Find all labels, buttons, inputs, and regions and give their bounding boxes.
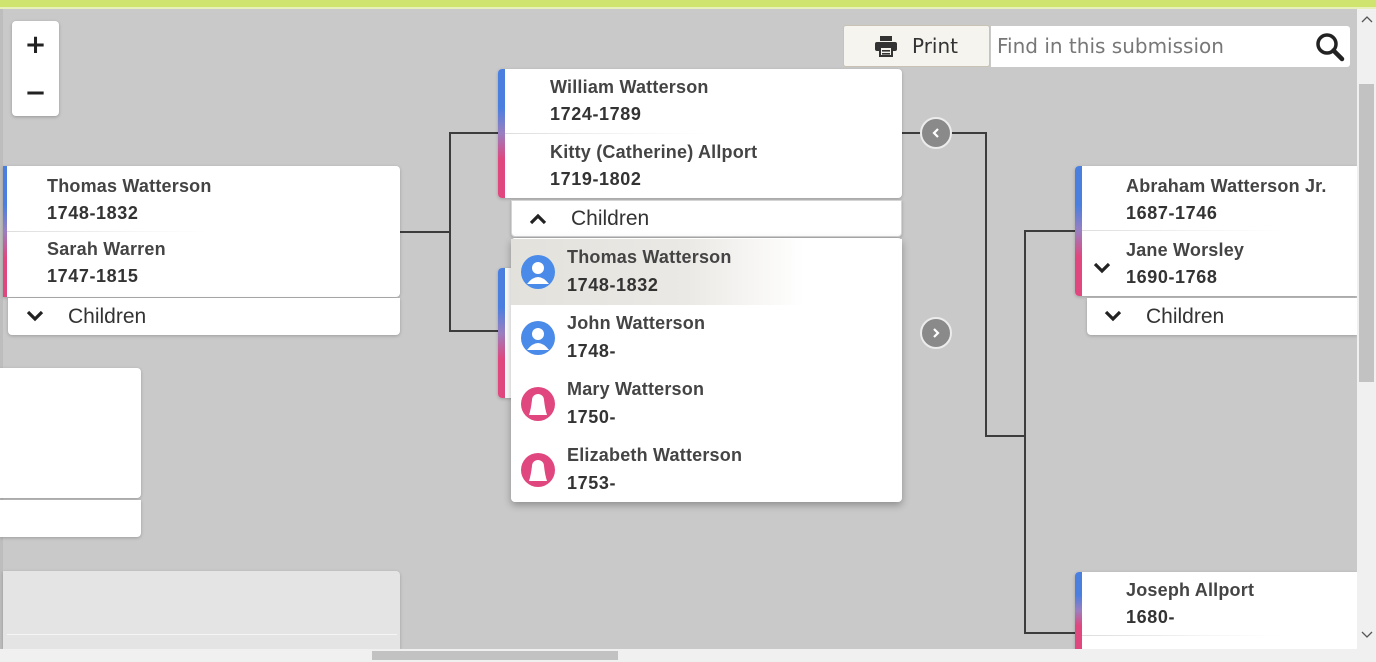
person-dates: 1690-1768 (1126, 267, 1218, 287)
scrollbar-thumb[interactable] (1359, 84, 1374, 382)
divider (1082, 230, 1282, 231)
children-toggle-partial[interactable] (0, 500, 141, 537)
family-card-focus[interactable]: Thomas Watterson 1748-1832 Sarah Warren … (3, 166, 400, 297)
search-icon[interactable] (1315, 32, 1345, 62)
person-name[interactable]: Sarah Warren (47, 239, 166, 260)
child-dates: 1750- (567, 407, 617, 427)
person-dates: 1719-1802 (550, 169, 642, 189)
chevron-left-icon (932, 128, 939, 138)
person-name[interactable]: Joseph Allport (1126, 580, 1254, 601)
chevron-down-icon (26, 310, 44, 322)
printer-icon (875, 36, 897, 57)
person-name[interactable]: Abraham Watterson Jr. (1126, 176, 1327, 197)
children-toggle[interactable]: Children (1087, 298, 1357, 335)
gender-stripe (1075, 166, 1082, 296)
print-button[interactable]: Print (843, 25, 990, 67)
connector-line (985, 132, 987, 437)
child-name: Elizabeth Watterson (567, 445, 743, 465)
vertical-scrollbar[interactable] (1357, 9, 1376, 649)
connector-line (400, 231, 450, 233)
male-avatar-icon (521, 321, 555, 355)
scroll-down-icon[interactable] (1361, 631, 1373, 639)
person-dates: 1687-1746 (1126, 203, 1218, 223)
children-label: Children (1146, 305, 1225, 328)
person-dates: 1680- (1126, 607, 1176, 627)
left-edge (0, 9, 3, 649)
top-accent-bar (0, 0, 1376, 7)
connector-line (449, 132, 451, 332)
children-toggle[interactable]: Children (511, 200, 902, 237)
gender-stripe (498, 268, 505, 398)
person-dates: 1748-1832 (47, 203, 139, 223)
child-item[interactable]: Mary Watterson 1750- (511, 371, 902, 437)
children-label: Children (571, 207, 650, 230)
horizontal-scrollbar[interactable] (0, 649, 1357, 662)
children-dropdown: Thomas Watterson 1748-1832 John Watterso… (511, 238, 902, 502)
child-dates: 1748- (567, 341, 617, 361)
connector-line (1024, 230, 1076, 232)
family-card-partial[interactable] (0, 368, 141, 498)
person-name[interactable]: Jane Worsley (1126, 240, 1244, 261)
person-dates: 1747-1815 (47, 266, 139, 286)
person-dates: 1724-1789 (550, 104, 642, 124)
female-avatar-icon (521, 453, 555, 487)
chevron-right-icon (933, 328, 940, 338)
person-name[interactable]: William Watterson (550, 77, 709, 98)
connector-line (1024, 632, 1076, 634)
person-name[interactable]: Kitty (Catherine) Allport (550, 142, 757, 163)
connector-line (449, 330, 501, 332)
female-avatar-icon (521, 387, 555, 421)
children-label: Children (68, 305, 147, 328)
child-item[interactable]: John Watterson 1748- (511, 305, 902, 371)
child-name: John Watterson (567, 313, 706, 333)
next-generation-button[interactable] (920, 317, 952, 349)
search-input[interactable] (997, 32, 1297, 60)
child-name: Thomas Watterson (567, 247, 732, 267)
child-dates: 1753- (567, 473, 617, 493)
chevron-down-icon[interactable] (1092, 261, 1112, 275)
children-toggle[interactable]: Children (8, 298, 400, 335)
previous-generation-button[interactable] (920, 117, 952, 149)
child-item[interactable]: Thomas Watterson 1748-1832 (511, 239, 902, 305)
chevron-down-icon (1104, 310, 1122, 322)
connector-line (1024, 230, 1026, 634)
child-item[interactable]: Elizabeth Watterson 1753- (511, 437, 902, 503)
zoom-in-button[interactable]: + (12, 21, 59, 68)
connector-line (985, 435, 1026, 437)
divider (1082, 635, 1282, 636)
scrollbar-thumb[interactable] (372, 651, 618, 660)
top-accent-bar-shade (0, 7, 1376, 9)
gender-stripe (1075, 572, 1082, 649)
connector-line (449, 132, 501, 134)
divider (7, 231, 207, 232)
divider (7, 634, 397, 635)
zoom-control: + − (12, 21, 59, 116)
divider (505, 133, 705, 134)
family-card-parents[interactable]: William Watterson 1724-1789 Kitty (Cathe… (498, 69, 902, 198)
gender-stripe (498, 69, 505, 198)
scrollbar-corner (1357, 649, 1376, 662)
child-name: Mary Watterson (567, 379, 705, 399)
child-dates: 1748-1832 (567, 275, 659, 295)
male-avatar-icon (521, 255, 555, 289)
family-card-other-grandparents[interactable]: Joseph Allport 1680- (1075, 572, 1357, 649)
search-box (991, 26, 1350, 67)
scroll-up-icon[interactable] (1361, 15, 1373, 23)
print-label: Print (912, 34, 959, 58)
family-card-grandparents[interactable]: Abraham Watterson Jr. 1687-1746 Jane Wor… (1075, 166, 1357, 296)
person-name[interactable]: Thomas Watterson (47, 176, 212, 197)
zoom-out-button[interactable]: − (12, 69, 59, 116)
chevron-up-icon (529, 213, 547, 225)
family-card-partial-gray[interactable] (3, 571, 400, 649)
